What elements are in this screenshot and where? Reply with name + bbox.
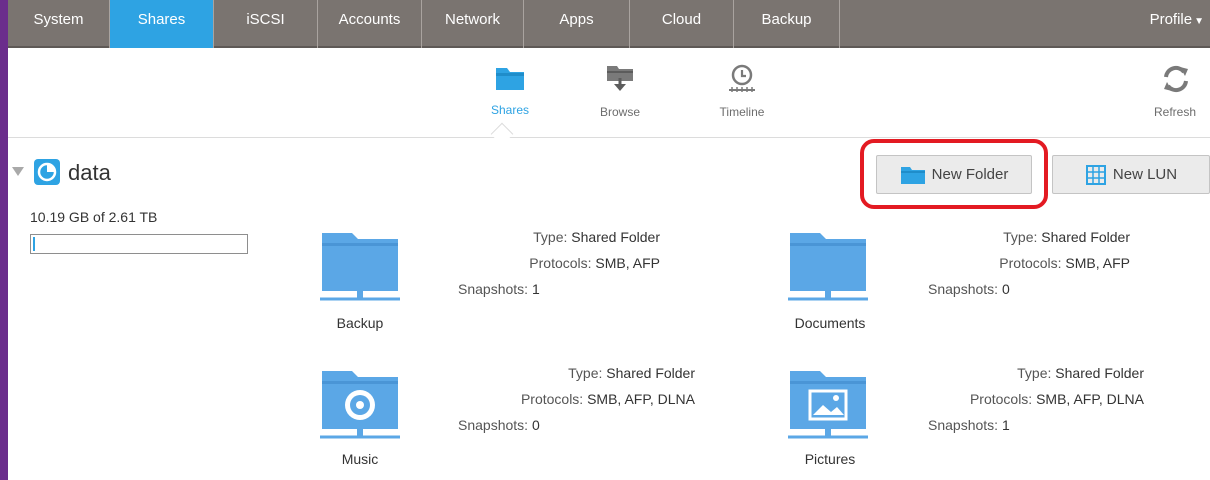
new-lun-button[interactable]: New LUN xyxy=(1052,155,1210,194)
share-snapshots: Snapshots: 1 xyxy=(928,412,1010,438)
snapshots-value: 1 xyxy=(531,281,540,297)
type-value: Shared Folder xyxy=(1041,229,1130,245)
new-lun-label: New LUN xyxy=(1112,166,1178,183)
share-snapshots: Snapshots: 0 xyxy=(928,276,1010,302)
snapshots-value: 0 xyxy=(1001,281,1010,297)
type-label: Type: xyxy=(568,365,603,381)
pool-icon xyxy=(34,159,60,185)
tab-system[interactable]: System xyxy=(8,0,110,48)
protocols-label: Protocols: xyxy=(969,391,1033,407)
snapshots-label: Snapshots: xyxy=(928,417,999,433)
tab-shares[interactable]: Shares xyxy=(110,0,214,48)
share-snapshots: Snapshots: 0 xyxy=(458,412,540,438)
type-value: Shared Folder xyxy=(606,365,695,381)
snapshots-label: Snapshots: xyxy=(458,417,529,433)
pool-title: data xyxy=(68,160,111,185)
shares-folder-icon xyxy=(496,68,524,90)
chevron-down-icon: ▼ xyxy=(1194,16,1204,27)
type-value: Shared Folder xyxy=(1055,365,1144,381)
type-label: Type: xyxy=(533,229,568,245)
browse-button[interactable]: Browse xyxy=(580,64,660,119)
share-pictures-folder-icon[interactable] xyxy=(788,369,868,439)
share-info: Type: Shared Folder Protocols: SMB, AFP xyxy=(908,224,1130,276)
share-backup-folder-icon[interactable] xyxy=(320,231,400,301)
new-lun-icon xyxy=(1085,164,1106,185)
snapshots-label: Snapshots: xyxy=(458,281,529,297)
shares-view-label: Shares xyxy=(490,103,530,117)
pool-usage-text: 10.19 GB of 2.61 TB xyxy=(30,209,158,225)
share-name[interactable]: Music xyxy=(305,451,415,467)
sub-toolbar: Shares Browse Timeline Refresh xyxy=(8,50,1210,138)
share-documents-folder-icon[interactable] xyxy=(788,231,868,301)
share-music-folder-icon[interactable] xyxy=(320,369,400,439)
refresh-label: Refresh xyxy=(1154,105,1197,119)
refresh-icon xyxy=(1164,65,1188,93)
protocols-label: Protocols: xyxy=(529,255,592,271)
annotation-highlight-box xyxy=(860,139,1048,209)
tab-network[interactable]: Network xyxy=(422,0,524,48)
window-frame-left xyxy=(0,0,8,480)
protocols-value: SMB, AFP, DLNA xyxy=(587,391,695,407)
timeline-clock-icon xyxy=(729,64,755,92)
share-info: Type: Shared Folder Protocols: SMB, AFP xyxy=(440,224,660,276)
browse-icon xyxy=(607,66,633,91)
tab-apps[interactable]: Apps xyxy=(524,0,630,48)
tab-cloud[interactable]: Cloud xyxy=(630,0,734,48)
share-name[interactable]: Backup xyxy=(305,315,415,331)
protocols-label: Protocols: xyxy=(520,391,584,407)
protocols-value: SMB, AFP, DLNA xyxy=(1036,391,1144,407)
timeline-button[interactable]: Timeline xyxy=(702,64,782,119)
protocols-value: SMB, AFP xyxy=(595,255,660,271)
tab-accounts[interactable]: Accounts xyxy=(318,0,422,48)
type-label: Type: xyxy=(1017,365,1052,381)
tab-backup[interactable]: Backup xyxy=(734,0,840,48)
shares-view-button[interactable]: Shares xyxy=(470,64,550,117)
browse-label: Browse xyxy=(599,105,640,119)
share-name[interactable]: Pictures xyxy=(775,451,885,467)
type-label: Type: xyxy=(1003,229,1038,245)
share-name[interactable]: Documents xyxy=(775,315,885,331)
collapse-triangle-icon[interactable] xyxy=(12,167,24,176)
share-snapshots: Snapshots: 1 xyxy=(458,276,540,302)
type-value: Shared Folder xyxy=(571,229,660,245)
top-nav: System Shares iSCSI Accounts Network App… xyxy=(8,0,1210,48)
snapshots-label: Snapshots: xyxy=(928,281,999,297)
snapshots-value: 0 xyxy=(531,417,540,433)
timeline-label: Timeline xyxy=(719,105,765,119)
tab-iscsi[interactable]: iSCSI xyxy=(214,0,318,48)
profile-menu[interactable]: Profile ▼ xyxy=(1150,0,1204,48)
profile-label: Profile xyxy=(1149,11,1193,28)
snapshots-value: 1 xyxy=(1001,417,1010,433)
share-info: Type: Shared Folder Protocols: SMB, AFP,… xyxy=(440,360,695,412)
protocols-label: Protocols: xyxy=(999,255,1062,271)
share-info: Type: Shared Folder Protocols: SMB, AFP,… xyxy=(908,360,1144,412)
protocols-value: SMB, AFP xyxy=(1065,255,1130,271)
pool-usage-bar xyxy=(30,234,248,254)
refresh-button[interactable]: Refresh xyxy=(1154,64,1210,119)
pool-usage-fill xyxy=(33,237,35,251)
